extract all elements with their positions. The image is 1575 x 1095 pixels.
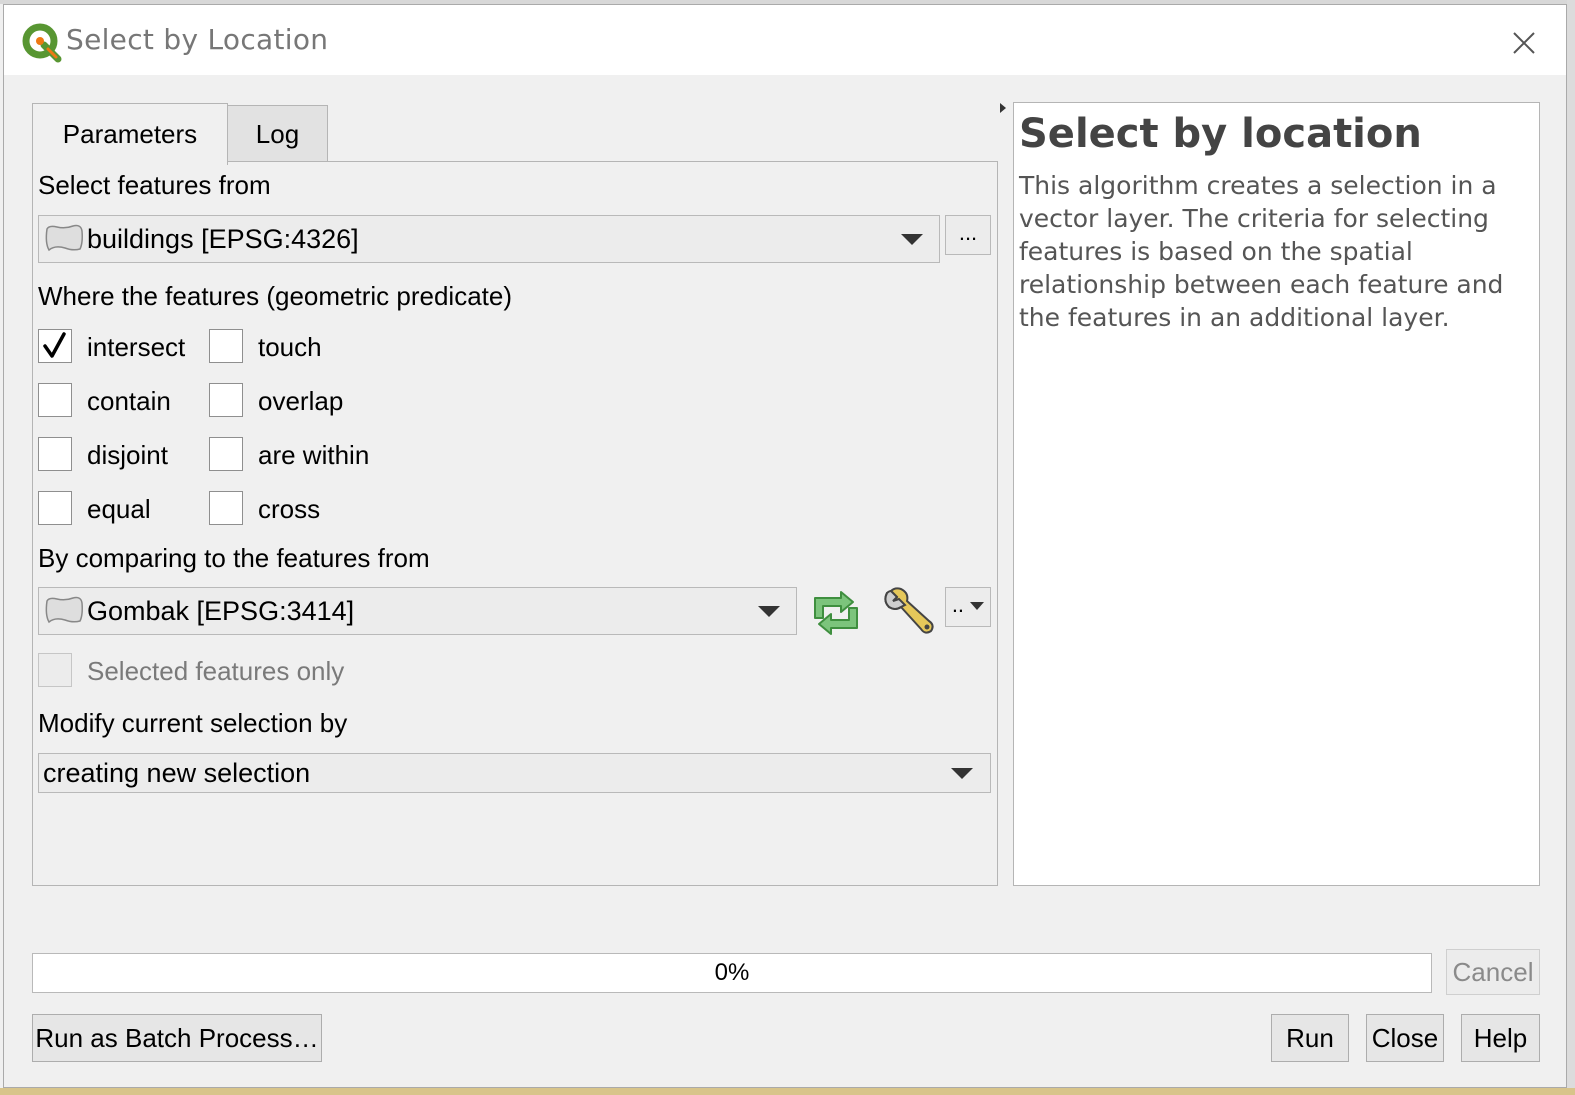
background-app-edge xyxy=(1567,0,1575,1095)
predicate-contain-checkbox[interactable] xyxy=(38,383,72,417)
qgis-logo-icon xyxy=(22,23,62,63)
predicate-equal-checkbox[interactable] xyxy=(38,491,72,525)
select-by-location-dialog: Select by Location Parameters Log Select… xyxy=(3,4,1567,1088)
predicate-are-within-label: are within xyxy=(258,440,370,470)
predicate-are-within-checkbox[interactable] xyxy=(209,437,243,471)
title-bar: Select by Location xyxy=(4,5,1566,75)
progress-bar: 0% xyxy=(32,953,1432,993)
compare-layer-value: Gombak [EPSG:3414] xyxy=(87,596,355,626)
compare-layer-label: By comparing to the features from xyxy=(38,543,430,573)
predicate-cross-checkbox[interactable] xyxy=(209,491,243,525)
predicate-intersect-label: intersect xyxy=(87,332,186,362)
close-button[interactable]: Close xyxy=(1366,1014,1444,1062)
modify-selection-value: creating new selection xyxy=(43,758,311,788)
chevron-down-icon xyxy=(970,602,985,611)
compare-layer-combo[interactable]: Gombak [EPSG:3414] xyxy=(38,587,797,635)
run-as-batch-button[interactable]: Run as Batch Process… xyxy=(32,1014,322,1062)
chevron-down-icon xyxy=(758,606,780,617)
polygon-layer-icon xyxy=(45,596,83,624)
help-panel: Select by location This algorithm create… xyxy=(1013,102,1540,886)
modify-selection-combo[interactable]: creating new selection xyxy=(38,753,991,793)
selected-features-only-label: Selected features only xyxy=(87,656,345,686)
iterate-refresh-icon[interactable] xyxy=(809,590,863,636)
predicate-overlap-label: overlap xyxy=(258,386,344,416)
selected-features-only-checkbox[interactable] xyxy=(38,653,72,687)
help-body: This algorithm creates a selection in a … xyxy=(1019,171,1504,332)
predicate-disjoint-checkbox[interactable] xyxy=(38,437,72,471)
background-app-strip-bottom xyxy=(0,1088,1575,1095)
window-title: Select by Location xyxy=(66,23,329,56)
input-layer-label: Select features from xyxy=(38,170,271,200)
input-layer-browse-button[interactable]: ... xyxy=(945,215,991,255)
tab-log-label: Log xyxy=(255,118,300,149)
predicate-disjoint-label: disjoint xyxy=(87,440,168,470)
tab-parameters[interactable]: Parameters xyxy=(32,103,228,165)
predicate-touch-checkbox[interactable] xyxy=(209,329,243,363)
parameters-panel: Select features from buildings [EPSG:432… xyxy=(32,161,998,886)
predicate-contain-label: contain xyxy=(87,386,171,416)
run-button[interactable]: Run xyxy=(1271,1014,1349,1062)
help-button[interactable]: Help xyxy=(1461,1014,1540,1062)
checkmark-icon xyxy=(43,332,66,358)
chevron-down-icon xyxy=(951,768,973,779)
progress-text: 0% xyxy=(714,959,750,986)
predicate-overlap-checkbox[interactable] xyxy=(209,383,243,417)
input-layer-value: buildings [EPSG:4326] xyxy=(87,224,359,254)
polygon-layer-icon xyxy=(45,224,83,252)
tab-log[interactable]: Log xyxy=(227,105,328,163)
predicate-label: Where the features (geometric predicate) xyxy=(38,281,512,311)
input-layer-combo[interactable]: buildings [EPSG:4326] xyxy=(38,215,940,263)
wrench-icon[interactable] xyxy=(879,587,937,641)
compare-more-label: .. xyxy=(951,592,965,617)
close-icon[interactable] xyxy=(1504,23,1544,63)
chevron-down-icon xyxy=(901,234,923,245)
predicate-equal-label: equal xyxy=(87,494,151,524)
cancel-button[interactable]: Cancel xyxy=(1446,949,1540,995)
predicate-intersect-checkbox[interactable] xyxy=(38,329,72,363)
collapse-arrow-icon[interactable] xyxy=(998,101,1008,115)
tab-parameters-label: Parameters xyxy=(62,119,198,149)
compare-layer-options-button[interactable]: .. xyxy=(945,587,991,627)
modify-selection-label: Modify current selection by xyxy=(38,708,348,738)
predicate-touch-label: touch xyxy=(258,332,322,362)
predicate-cross-label: cross xyxy=(258,494,321,524)
help-title: Select by location xyxy=(1019,111,1422,157)
